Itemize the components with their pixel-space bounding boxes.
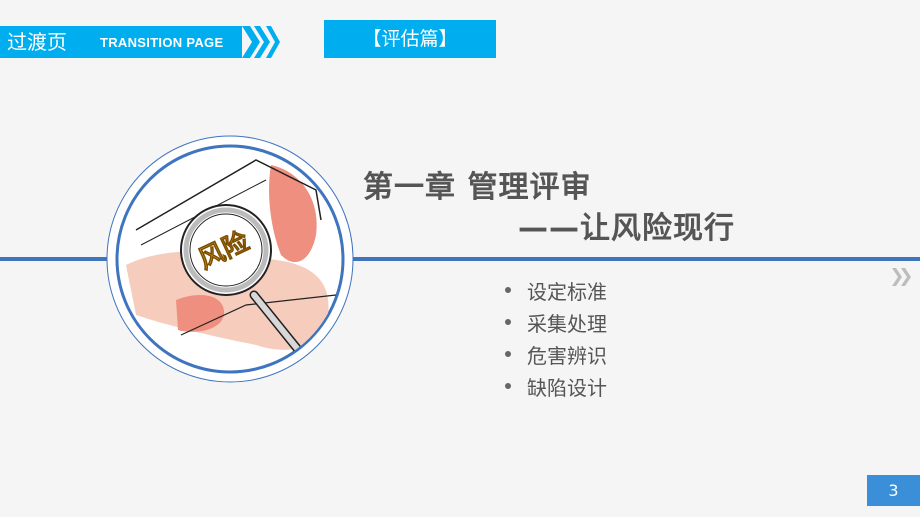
list-item-label: 危害辨识 [527,343,607,368]
list-item: 危害辨识 [505,338,607,370]
banner-subtitle: TRANSITION PAGE [100,35,224,50]
list-item: 设定标准 [505,274,607,306]
bullet-icon [505,287,511,293]
category-label: 【评估篇】 [324,20,496,58]
transition-banner: 过渡页 TRANSITION PAGE [0,26,242,58]
list-item: 采集处理 [505,306,607,338]
chapter-title: 第一章 管理评审 [363,170,592,205]
page-number-badge: 3 [867,475,920,506]
bullet-icon [505,351,511,357]
list-item-label: 采集处理 [527,311,607,336]
bullet-icon [505,319,511,325]
list-item-label: 设定标准 [527,279,607,304]
topic-list: 设定标准 采集处理 危害辨识 缺陷设计 [505,274,607,402]
double-chevron-right-icon [892,268,911,286]
list-item-label: 缺陷设计 [527,375,607,400]
banner-title: 过渡页 [7,30,67,54]
list-item: 缺陷设计 [505,370,607,402]
risk-magnifier-illustration: 风险 [106,135,354,383]
chapter-subtitle: ——让风险现行 [518,211,735,246]
bullet-icon [505,383,511,389]
chevron-right-icon [242,26,280,58]
divider-line-right [352,257,920,261]
divider-line-left [0,257,112,261]
